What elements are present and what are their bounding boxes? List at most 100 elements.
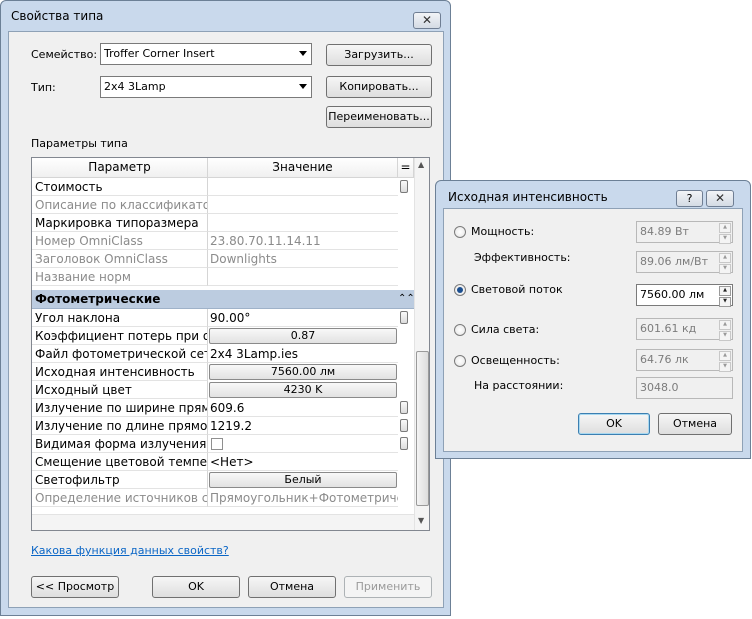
param-name: Исходная интенсивность: [32, 363, 208, 381]
param-value[interactable]: [208, 178, 398, 196]
table-row[interactable]: Исходный цвет 4230 K: [32, 381, 414, 399]
edit-indicator-icon[interactable]: [400, 180, 408, 193]
table-row[interactable]: Смещение цветовой температ <Нет>: [32, 453, 414, 471]
intensity-ok-button[interactable]: OK: [578, 413, 650, 435]
table-row: Номер OmniClass 23.80.70.11.14.11: [32, 232, 414, 250]
efficacy-field: 89.06 лм/Вт ▲ ▼: [636, 251, 733, 274]
section-header-photometric[interactable]: Фотометрические ⌃⌃: [32, 290, 415, 309]
edit-indicator-icon[interactable]: [400, 437, 408, 450]
load-button[interactable]: Загрузить...: [326, 44, 432, 66]
luminous-flux-spinner[interactable]: ▲ ▼: [719, 286, 731, 307]
type-label: Тип:: [31, 81, 56, 94]
edit-indicator-icon[interactable]: [400, 419, 408, 432]
param-value-button[interactable]: 0.87: [209, 328, 397, 344]
distance-value: 3048.0: [640, 381, 679, 394]
power-label[interactable]: Мощность:: [471, 225, 534, 238]
horizontal-scrollbar[interactable]: [32, 514, 414, 530]
chevron-down-icon: [299, 84, 307, 89]
illuminance-radio[interactable]: [454, 355, 466, 367]
distance-field: 3048.0: [636, 377, 733, 399]
params-label: Параметры типа: [31, 137, 128, 150]
table-row[interactable]: Излучение по длине прямоуго 1219.2: [32, 417, 414, 435]
section-title: Фотометрические: [35, 292, 161, 306]
power-value: 84.89 Вт: [640, 225, 689, 238]
table-row[interactable]: Маркировка типоразмера: [32, 214, 414, 232]
rename-button[interactable]: Переименовать...: [326, 106, 432, 128]
table-row[interactable]: Светофильтр Белый: [32, 471, 414, 489]
copy-button[interactable]: Копировать...: [326, 76, 432, 98]
ok-button[interactable]: OK: [152, 576, 240, 598]
luminous-flux-value: 7560.00 лм: [640, 288, 705, 301]
table-row[interactable]: Угол наклона 90.00°: [32, 309, 414, 327]
param-value: [208, 268, 398, 286]
family-label: Семейство:: [31, 48, 98, 61]
help-icon[interactable]: ?: [676, 190, 703, 207]
param-name: Название норм: [32, 268, 208, 286]
intensity-cancel-button[interactable]: Отмена: [658, 413, 732, 435]
param-name: Смещение цветовой температ: [32, 453, 208, 471]
apply-button[interactable]: Применить: [344, 576, 432, 598]
param-value: [208, 196, 398, 214]
table-row[interactable]: Коэффициент потерь при осве 0.87: [32, 327, 414, 345]
power-radio[interactable]: [454, 226, 466, 238]
table-row[interactable]: Излучение по ширине прямоу 609.6: [32, 399, 414, 417]
param-value[interactable]: <Нет>: [208, 453, 398, 471]
param-value-button[interactable]: 4230 K: [209, 382, 397, 398]
scroll-down-icon[interactable]: ▼: [418, 516, 424, 525]
param-value[interactable]: 609.6: [208, 399, 398, 417]
preview-button[interactable]: << Просмотр: [31, 576, 119, 598]
scroll-up-icon[interactable]: ▲: [418, 160, 424, 169]
edit-indicator-icon[interactable]: [400, 401, 408, 414]
param-value-button[interactable]: 7560.00 лм: [209, 364, 397, 380]
cancel-button[interactable]: Отмена: [248, 576, 336, 598]
scrollbar-thumb[interactable]: [416, 351, 429, 506]
param-name: Стоимость: [32, 178, 208, 196]
chevron-down-icon: [299, 51, 307, 56]
family-combo[interactable]: Troffer Corner Insert: [100, 43, 312, 65]
table-row: Заголовок OmniClass Downlights: [32, 250, 414, 268]
luminous-flux-radio[interactable]: [454, 284, 466, 296]
param-value[interactable]: 90.00°: [208, 309, 398, 327]
illuminance-label[interactable]: Освещенность:: [471, 354, 560, 367]
column-header-parameter[interactable]: Параметр: [32, 158, 208, 177]
collapse-icon[interactable]: ⌃⌃: [398, 290, 415, 308]
param-value[interactable]: 2x4 3Lamp.ies: [208, 345, 398, 363]
table-row[interactable]: Файл фотометрической сетки 2x4 3Lamp.ies: [32, 345, 414, 363]
vertical-scrollbar[interactable]: ▲ ▼: [414, 158, 429, 530]
table-row[interactable]: Исходная интенсивность 7560.00 лм: [32, 363, 414, 381]
close-icon[interactable]: ✕: [413, 12, 441, 29]
luminous-flux-label[interactable]: Световой поток: [471, 283, 563, 296]
param-name: Исходный цвет: [32, 381, 208, 399]
param-value[interactable]: [208, 214, 398, 232]
param-value: Прямоугольник+Фотометрическ: [208, 491, 398, 507]
edit-indicator-icon[interactable]: [400, 311, 408, 324]
illuminance-field: 64.76 лк ▲ ▼: [636, 349, 733, 372]
luminous-intensity-radio[interactable]: [454, 324, 466, 336]
table-row[interactable]: Стоимость: [32, 178, 414, 196]
type-value: 2x4 3Lamp: [104, 80, 166, 93]
type-combo[interactable]: 2x4 3Lamp: [100, 76, 312, 98]
param-name: Коэффициент потерь при осве: [32, 327, 208, 345]
param-value[interactable]: 1219.2: [208, 417, 398, 435]
param-name: Излучение по длине прямоуго: [32, 417, 208, 435]
table-header: Параметр Значение =: [32, 158, 414, 178]
luminous-flux-input[interactable]: 7560.00 лм ▲ ▼: [636, 284, 733, 307]
dialog-title: Свойства типа: [11, 9, 104, 23]
table-row: Описание по классификатору: [32, 196, 414, 214]
column-header-value[interactable]: Значение: [208, 158, 398, 177]
intensity-dialog-title: Исходная интенсивность: [448, 190, 608, 204]
luminous-intensity-value: 601.61 кд: [640, 322, 697, 335]
param-name: Светофильтр: [32, 471, 208, 489]
help-link[interactable]: Какова функция данных свойств?: [31, 544, 229, 557]
visible-shape-checkbox[interactable]: [211, 438, 223, 450]
param-value: 23.80.70.11.14.11: [208, 232, 398, 250]
power-field: 84.89 Вт ▲ ▼: [636, 221, 733, 244]
column-options-icon[interactable]: =: [398, 158, 414, 177]
param-name: Видимая форма излучения пр: [32, 435, 208, 453]
param-name: Излучение по ширине прямоу: [32, 399, 208, 417]
luminous-intensity-label[interactable]: Сила света:: [471, 323, 539, 336]
table-row[interactable]: Видимая форма излучения пр: [32, 435, 414, 453]
parameters-table: Параметр Значение = Стоимость Описание п…: [31, 157, 430, 531]
param-value-button[interactable]: Белый: [209, 472, 397, 488]
close-icon[interactable]: ✕: [706, 190, 734, 207]
